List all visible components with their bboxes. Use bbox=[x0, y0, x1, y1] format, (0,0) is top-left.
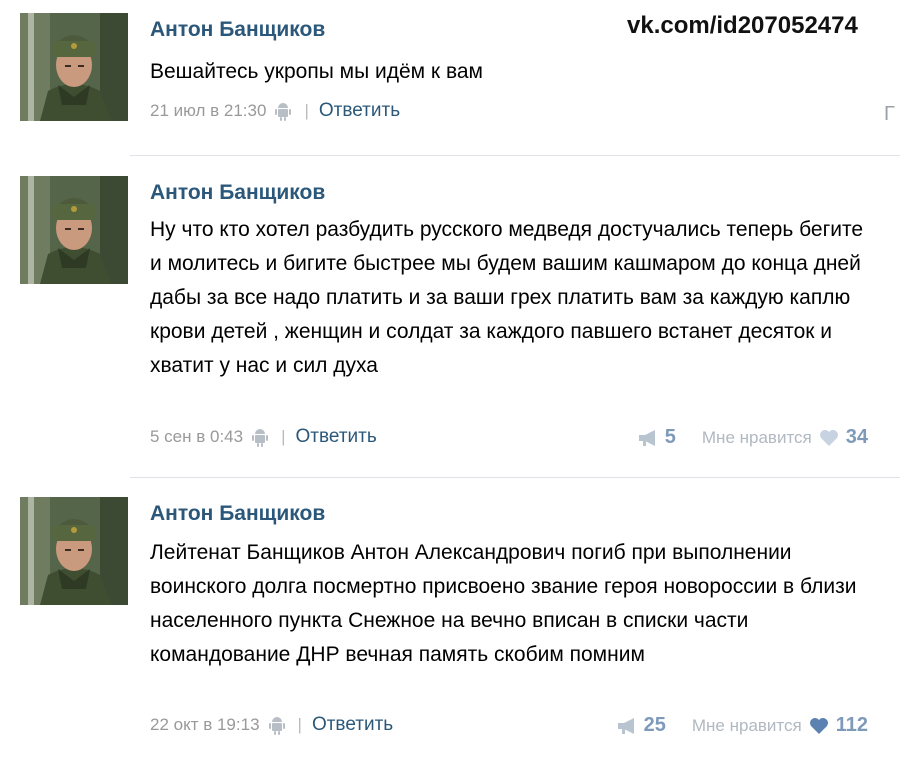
reply-button[interactable]: Ответить bbox=[319, 100, 400, 122]
post-stats: 25 Мне нравится 112 bbox=[616, 714, 868, 737]
post-date[interactable]: 5 сен в 0:43 bbox=[150, 427, 243, 447]
separator: | bbox=[297, 715, 302, 734]
like-count[interactable]: 112 bbox=[836, 714, 868, 737]
post-stats: 5 Мне нравится 34 bbox=[637, 426, 868, 449]
android-icon bbox=[274, 101, 292, 121]
separator: | bbox=[304, 101, 309, 120]
post-text: Лейтенат Банщиков Антон Александрович по… bbox=[150, 541, 857, 666]
post-author[interactable]: Антон Банщиков bbox=[150, 502, 325, 526]
post-author[interactable]: Антон Банщиков bbox=[150, 181, 325, 205]
post-date[interactable]: 21 июл в 21:30 bbox=[150, 101, 266, 121]
avatar[interactable] bbox=[20, 176, 128, 284]
share-count[interactable]: 25 bbox=[644, 714, 666, 737]
like-label[interactable]: Мне нравится bbox=[692, 716, 802, 736]
post-meta: 5 сен в 0:43 | Ответить bbox=[150, 426, 377, 448]
megaphone-icon[interactable] bbox=[637, 428, 659, 448]
avatar[interactable] bbox=[20, 497, 128, 605]
post-author[interactable]: Антон Банщиков bbox=[150, 18, 325, 42]
like-count[interactable]: 34 bbox=[846, 426, 868, 449]
watermark: vk.com/id207052474 bbox=[627, 12, 858, 39]
like-label[interactable]: Мне нравится bbox=[702, 428, 812, 448]
reply-button[interactable]: Ответить bbox=[312, 714, 393, 736]
share-count[interactable]: 5 bbox=[665, 426, 676, 449]
android-icon bbox=[251, 427, 269, 447]
android-icon bbox=[268, 715, 286, 735]
post-date[interactable]: 22 окт в 19:13 bbox=[150, 715, 260, 735]
post-meta: 22 окт в 19:13 | Ответить bbox=[150, 714, 393, 736]
divider bbox=[130, 155, 900, 156]
heart-icon[interactable] bbox=[818, 428, 840, 448]
divider bbox=[130, 477, 900, 478]
megaphone-icon[interactable] bbox=[616, 716, 638, 736]
cut-off-text: Г bbox=[884, 103, 895, 125]
post-meta: 21 июл в 21:30 | Ответить bbox=[150, 100, 400, 122]
heart-icon[interactable] bbox=[808, 716, 830, 736]
post-text: Вешайтесь укропы мы идём к вам bbox=[150, 60, 483, 83]
separator: | bbox=[281, 427, 286, 446]
post-text: Ну что кто хотел разбудить русского медв… bbox=[150, 218, 864, 377]
avatar[interactable] bbox=[20, 13, 128, 121]
reply-button[interactable]: Ответить bbox=[296, 426, 377, 448]
